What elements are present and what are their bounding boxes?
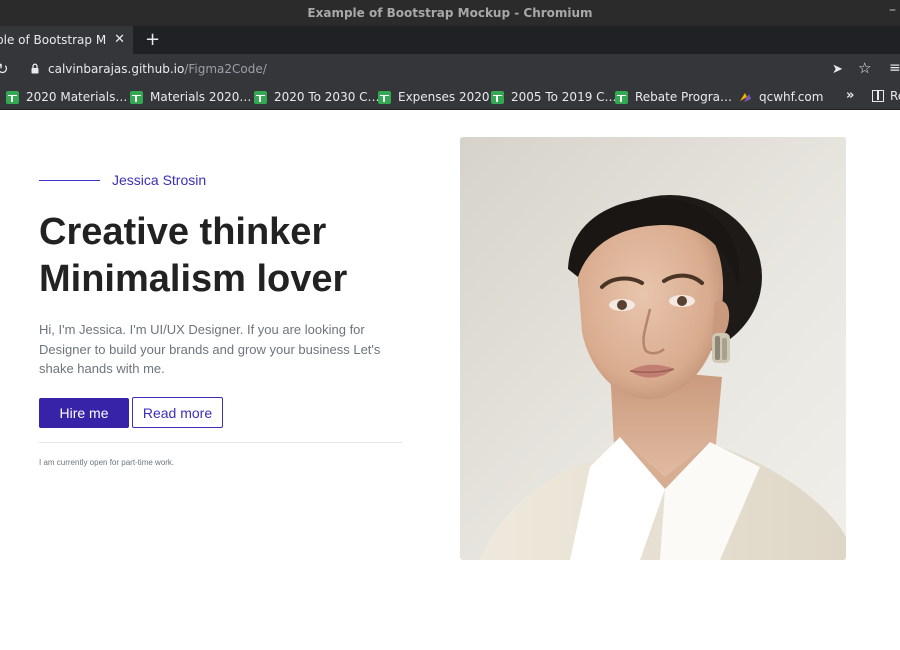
bookmark-item[interactable]: Materials 2020… [130,89,251,105]
url-path: /Figma2Code/ [184,62,267,76]
hero-intro: Hi, I'm Jessica. I'm UI/UX Designer. If … [39,322,381,376]
bookmark-label: Expenses 2020 [398,90,490,104]
bookmark-star-icon[interactable]: ☆ [858,59,871,77]
address-field[interactable]: calvinbarajas.github.io/Figma2Code/ [48,62,267,76]
share-icon[interactable]: ➤ [832,61,843,77]
minimize-button[interactable]: – [889,2,896,18]
availability-note: I am currently open for part-time work. [39,458,175,467]
hero-divider [39,442,402,443]
headline-line-1: Creative thinker [39,211,327,253]
bookmark-item[interactable]: 2005 To 2019 C… [491,89,617,105]
bookmark-label: qcwhf.com [759,90,824,104]
qcwhf-favicon [740,92,751,102]
reload-icon[interactable]: ↻ [0,60,9,78]
headline-line-2: Minimalism lover [39,258,348,300]
google-sheets-icon [491,90,504,104]
tab-title: ple of Bootstrap Mo [0,33,106,47]
bookmark-item[interactable]: Rebate Progra… [615,89,732,105]
bookmark-label: 2020 Materials… [26,90,128,104]
bookmark-label: 2005 To 2019 C… [511,90,617,104]
eyebrow-divider [39,179,100,181]
bookmark-item[interactable]: Expenses 2020 [378,89,490,105]
author-eyebrow: Jessica Strosin [39,172,206,188]
tab-strip: ple of Bootstrap Mo ✕ + [0,26,900,54]
lock-icon [31,63,39,74]
bookmark-label: 2020 To 2030 C… [274,90,380,104]
bookmark-item[interactable]: qcwhf.com [739,89,823,105]
hero-headline: Creative thinker Minimalism lover [39,209,419,303]
google-sheets-icon [130,90,143,104]
reading-list-label: Re [890,89,900,103]
google-sheets-icon [378,90,391,104]
url-host: calvinbarajas.github.io [48,62,185,76]
browser-tab-active[interactable]: ple of Bootstrap Mo ✕ [0,26,133,54]
bookmark-label: Rebate Progra… [635,90,732,104]
browser-toolbar: ↻ calvinbarajas.github.io/Figma2Code/ ➤ … [0,54,900,84]
portrait-image [460,137,846,560]
new-tab-button[interactable]: + [145,29,160,50]
hire-me-button[interactable]: Hire me [39,398,129,428]
reading-list-button[interactable]: Re [872,89,900,103]
tab-close-icon[interactable]: ✕ [114,32,125,47]
bookmarks-bar: 2020 Materials… Materials 2020… 2020 To … [0,84,900,110]
google-sheets-icon [6,90,19,104]
bookmark-item[interactable]: 2020 Materials… [6,89,127,105]
author-name: Jessica Strosin [112,172,207,188]
google-sheets-icon [615,90,628,104]
reading-list-icon [872,90,884,102]
menu-icon[interactable]: ≡ [889,60,900,76]
read-more-button[interactable]: Read more [132,397,223,428]
window-titlebar: Example of Bootstrap Mockup - Chromium – [0,0,900,26]
bookmarks-overflow-icon[interactable]: » [846,88,854,103]
bookmark-label: Materials 2020… [150,90,252,104]
window-title: Example of Bootstrap Mockup - Chromium [307,6,593,20]
bookmark-item[interactable]: 2020 To 2030 C… [254,89,380,105]
google-sheets-icon [254,90,267,104]
